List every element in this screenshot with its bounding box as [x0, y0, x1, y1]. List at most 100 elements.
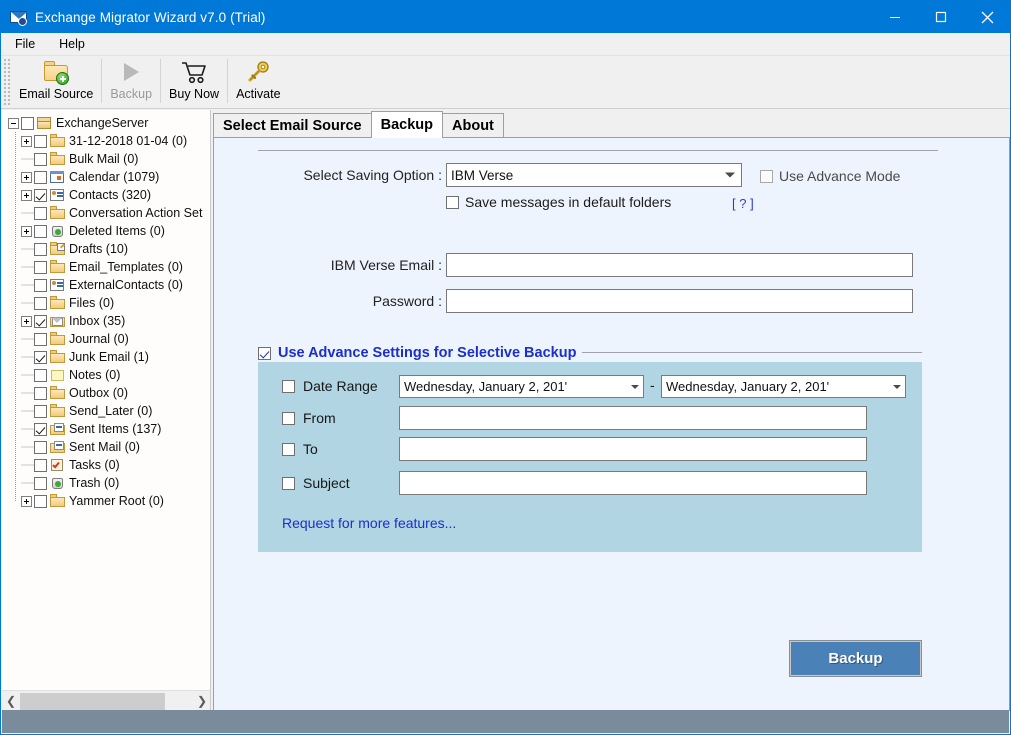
- password-input[interactable]: [446, 289, 913, 313]
- tree-item-calendar[interactable]: Calendar (1079): [2, 168, 210, 186]
- tree-item-label: 31-12-2018 01-04 (0): [69, 134, 188, 148]
- from-input[interactable]: [399, 406, 867, 430]
- expand-toggle-icon[interactable]: [21, 495, 32, 507]
- scroll-right-icon[interactable]: ❯: [193, 690, 210, 711]
- tree-checkbox[interactable]: [34, 368, 47, 382]
- tree-item-inbox[interactable]: Inbox (35): [2, 312, 210, 330]
- toolbar-button-email-source[interactable]: Email Source: [11, 56, 101, 107]
- tree-item-trash[interactable]: Trash (0): [2, 474, 210, 492]
- tree-item-junk-email[interactable]: Junk Email (1): [2, 348, 210, 366]
- tree-checkbox[interactable]: [34, 224, 47, 238]
- tree-item-sent-items[interactable]: Sent Items (137): [2, 420, 210, 438]
- window-title: Exchange Migrator Wizard v7.0 (Trial): [35, 9, 266, 25]
- tree-checkbox[interactable]: [34, 188, 47, 202]
- play-icon: [116, 59, 146, 85]
- tree-checkbox[interactable]: [34, 350, 47, 364]
- tree-checkbox[interactable]: [34, 314, 47, 328]
- tree-checkbox[interactable]: [34, 386, 47, 400]
- tree-item-yammer-root[interactable]: Yammer Root (0): [2, 492, 210, 510]
- advance-settings-checkbox[interactable]: [258, 346, 271, 360]
- expand-toggle-icon[interactable]: [21, 171, 32, 183]
- expand-toggle-icon[interactable]: [21, 189, 32, 201]
- subject-input[interactable]: [399, 471, 867, 495]
- tree-item-notes[interactable]: Notes (0): [2, 366, 210, 384]
- to-checkbox[interactable]: [282, 442, 295, 456]
- expand-toggle-icon[interactable]: [21, 135, 32, 147]
- tree-checkbox[interactable]: [34, 152, 47, 166]
- tab-about[interactable]: About: [442, 113, 504, 138]
- ibm-verse-email-input[interactable]: [446, 253, 913, 277]
- from-checkbox[interactable]: [282, 411, 295, 425]
- tree-item-external-contacts[interactable]: ExternalContacts (0): [2, 276, 210, 294]
- tree-item-drafts[interactable]: Drafts (10): [2, 240, 210, 258]
- tree-checkbox[interactable]: [34, 476, 47, 490]
- menu-item-help[interactable]: Help: [49, 35, 95, 53]
- tree-checkbox[interactable]: [34, 170, 47, 184]
- tree-root-node[interactable]: ExchangeServer: [2, 114, 210, 132]
- save-default-folders-checkbox[interactable]: [446, 195, 459, 209]
- tree-item-outbox[interactable]: Outbox (0): [2, 384, 210, 402]
- scrollbar-thumb[interactable]: [20, 692, 165, 710]
- subject-row[interactable]: Subject: [282, 475, 350, 491]
- tree-checkbox[interactable]: [34, 134, 47, 148]
- tree-item-files[interactable]: Files (0): [2, 294, 210, 312]
- tree-item-sent-mail[interactable]: Sent Mail (0): [2, 438, 210, 456]
- tree-checkbox-root[interactable]: [21, 116, 34, 130]
- tab-select-email-source[interactable]: Select Email Source: [213, 113, 372, 138]
- toolbar-button-buy-now[interactable]: Buy Now: [161, 56, 227, 107]
- folder-tree[interactable]: ExchangeServer 31-12-2018 01-04 (0) Bulk…: [2, 114, 210, 689]
- tree-item-31-12-2018-01-04[interactable]: 31-12-2018 01-04 (0): [2, 132, 210, 150]
- toolbar-button-activate[interactable]: Activate: [228, 56, 288, 107]
- tree-item-deleted-items[interactable]: Deleted Items (0): [2, 222, 210, 240]
- date-to-picker[interactable]: Wednesday, January 2, 201': [661, 375, 906, 398]
- request-more-features-link[interactable]: Request for more features...: [282, 515, 456, 531]
- tree-item-bulk-mail[interactable]: Bulk Mail (0): [2, 150, 210, 168]
- tree-checkbox[interactable]: [34, 296, 47, 310]
- toolbar-grip[interactable]: [3, 58, 11, 106]
- tree-item-tasks[interactable]: Tasks (0): [2, 456, 210, 474]
- expand-toggle-icon[interactable]: [21, 315, 32, 327]
- maximize-button[interactable]: [918, 1, 964, 33]
- subject-checkbox[interactable]: [282, 476, 295, 490]
- tree-checkbox[interactable]: [34, 458, 47, 472]
- from-row[interactable]: From: [282, 410, 336, 426]
- scrollbar-track[interactable]: [20, 690, 193, 711]
- use-advance-mode-row[interactable]: Use Advance Mode: [760, 168, 900, 184]
- tree-item-conversation-action-set[interactable]: Conversation Action Set: [2, 204, 210, 222]
- tree-item-send-later[interactable]: Send_Later (0): [2, 402, 210, 420]
- tree-horizontal-scrollbar[interactable]: ❮ ❯: [2, 690, 210, 711]
- tree-checkbox[interactable]: [34, 494, 47, 508]
- tree-checkbox[interactable]: [34, 260, 47, 274]
- tree-item-contacts[interactable]: Contacts (320): [2, 186, 210, 204]
- date-from-picker[interactable]: Wednesday, January 2, 201': [399, 375, 644, 398]
- date-range-checkbox[interactable]: [282, 379, 295, 393]
- menu-item-file[interactable]: File: [5, 35, 45, 53]
- to-row[interactable]: To: [282, 441, 318, 457]
- scroll-left-icon[interactable]: ❮: [2, 690, 20, 711]
- use-advance-mode-checkbox[interactable]: [760, 169, 773, 183]
- help-marker[interactable]: [ ? ]: [732, 196, 754, 211]
- minimize-button[interactable]: [872, 1, 918, 33]
- backup-button[interactable]: Backup: [789, 640, 922, 677]
- close-button[interactable]: [964, 1, 1010, 33]
- tree-item-journal[interactable]: Journal (0): [2, 330, 210, 348]
- tree-checkbox[interactable]: [34, 440, 47, 454]
- tab-backup[interactable]: Backup: [370, 111, 444, 138]
- save-default-folders-row[interactable]: Save messages in default folders: [446, 194, 671, 210]
- collapse-toggle-root[interactable]: [8, 117, 19, 129]
- to-input[interactable]: [399, 437, 867, 461]
- tree-checkbox[interactable]: [34, 332, 47, 346]
- tree-item-email-templates[interactable]: Email_Templates (0): [2, 258, 210, 276]
- tree-checkbox[interactable]: [34, 278, 47, 292]
- folder-icon: [49, 350, 66, 364]
- tree-checkbox[interactable]: [34, 242, 47, 256]
- tree-checkbox[interactable]: [34, 422, 47, 436]
- date-range-row[interactable]: Date Range: [282, 378, 378, 394]
- tree-checkbox[interactable]: [34, 206, 47, 220]
- tree-item-label: ExternalContacts (0): [69, 278, 183, 292]
- saving-option-select[interactable]: IBM Verse: [446, 163, 742, 187]
- toolbar-button-backup[interactable]: Backup: [102, 56, 160, 107]
- expand-toggle-icon[interactable]: [21, 225, 32, 237]
- tree-checkbox[interactable]: [34, 404, 47, 418]
- advance-settings-header[interactable]: Use Advance Settings for Selective Backu…: [258, 345, 583, 361]
